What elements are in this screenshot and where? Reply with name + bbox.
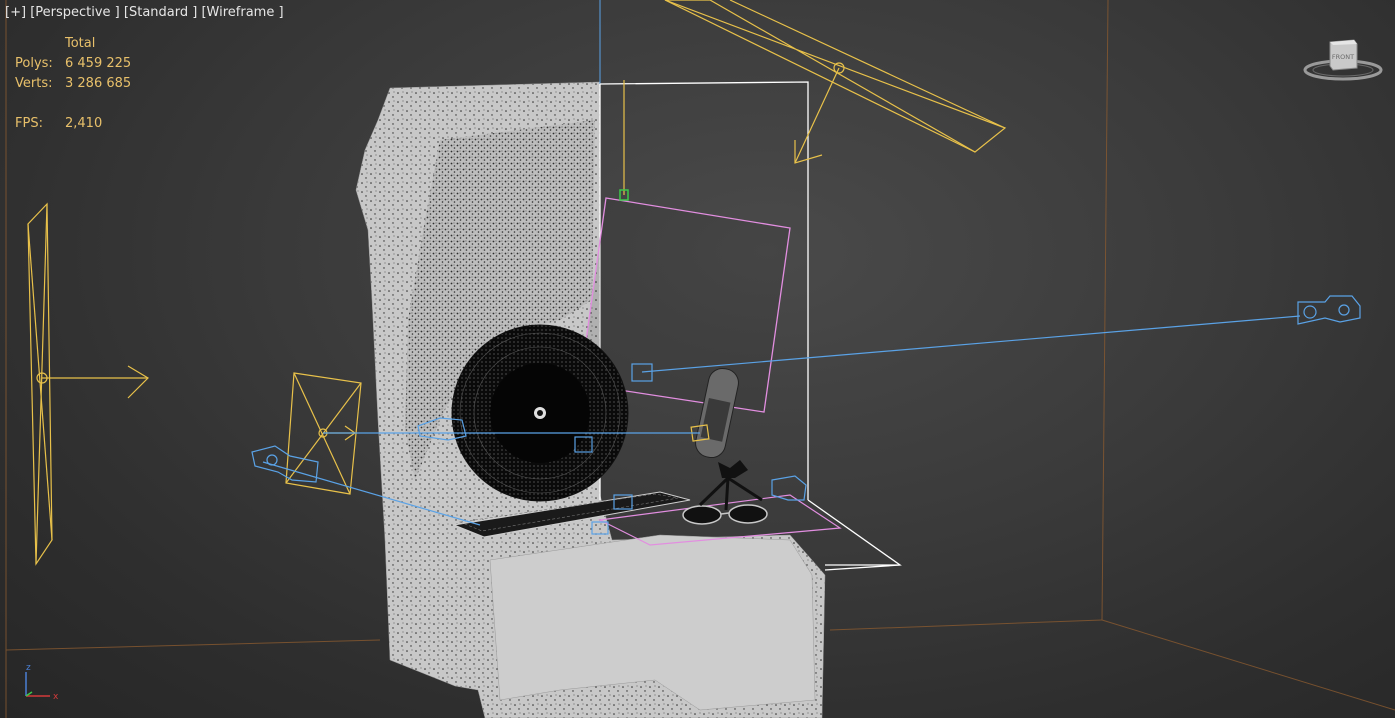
perspective-viewport[interactable]: [+] [Perspective ] [Standard ] [Wirefram… xyxy=(0,0,1395,718)
viewport-standard-menu[interactable]: [Standard ] xyxy=(124,5,197,20)
scene-statistics: Total Polys: 6 459 225 Verts: 3 286 685 … xyxy=(15,34,131,134)
verts-label: Verts: xyxy=(15,76,53,91)
axis-z-label: z xyxy=(26,663,31,673)
viewport-plus-menu[interactable]: [+] xyxy=(5,5,26,20)
viewcube-face-label: FRONT xyxy=(1332,53,1354,61)
scene-canvas[interactable] xyxy=(0,0,1395,718)
polys-value: 6 459 225 xyxy=(65,56,132,71)
viewport-view-menu[interactable]: [Perspective ] xyxy=(30,5,120,20)
viewport-shading-menu[interactable]: [Wireframe ] xyxy=(201,5,283,20)
fan-object xyxy=(451,324,629,502)
stats-header: Total xyxy=(65,36,96,51)
light-spot-vertical xyxy=(619,80,629,201)
viewport-label-menu: [+] [Perspective ] [Standard ] [Wirefram… xyxy=(5,5,284,20)
fps-label: FPS: xyxy=(15,116,43,131)
polys-label: Polys: xyxy=(15,56,53,71)
fps-value: 2,410 xyxy=(65,116,103,131)
light-top-panel xyxy=(664,0,1007,164)
axis-x-label: x xyxy=(53,692,59,702)
light-left-directional xyxy=(27,202,149,566)
axis-tripod-icon: z x xyxy=(25,663,59,702)
viewcube-icon[interactable]: FRONT xyxy=(1303,36,1383,84)
verts-value: 3 286 685 xyxy=(65,76,132,91)
